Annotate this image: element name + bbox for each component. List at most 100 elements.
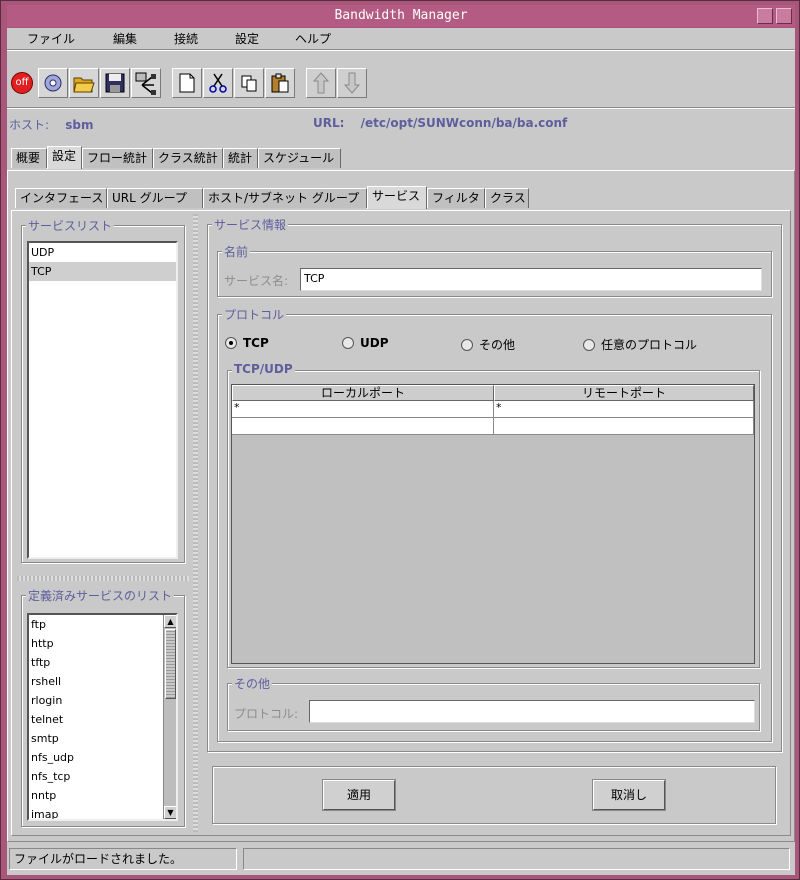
tab-host-subnet-group[interactable]: ホスト/サブネット グループ: [203, 188, 367, 208]
list-item[interactable]: imap: [29, 805, 176, 819]
open-button[interactable]: [69, 68, 99, 98]
vertical-splitter[interactable]: [193, 214, 198, 832]
tab-flow-stats[interactable]: フロー統計: [82, 148, 153, 168]
list-item[interactable]: UDP: [29, 243, 176, 262]
arrow-down-icon: [343, 72, 361, 94]
client-area: ファイル 編集 接続 設定 ヘルプ off ホスト: sbm URL: /etc…: [7, 28, 795, 875]
radio-label: UDP: [360, 336, 389, 350]
list-item[interactable]: http: [29, 634, 176, 653]
status-message: ファイルがロードされました。: [9, 848, 237, 870]
copy-button[interactable]: [234, 68, 264, 98]
tab-class[interactable]: クラス: [485, 188, 529, 208]
new-file-icon: [179, 73, 195, 93]
tab-stats[interactable]: 統計: [223, 148, 258, 168]
url-value: /etc/opt/SUNWconn/ba/ba.conf: [360, 116, 568, 130]
service-name-label: サービス名:: [224, 274, 289, 288]
app-window: Bandwidth Manager ファイル 編集 接続 設定 ヘルプ off: [0, 0, 800, 880]
tab-overview[interactable]: 概要: [11, 148, 47, 168]
window-title: Bandwidth Manager: [334, 8, 468, 23]
remote-port-header[interactable]: リモートポート: [494, 385, 754, 401]
list-item[interactable]: nntp: [29, 786, 176, 805]
radio-any-protocol[interactable]: 任意のプロトコル: [583, 336, 697, 353]
menu-settings[interactable]: 設定: [235, 30, 259, 47]
list-item[interactable]: nfs_tcp: [29, 767, 176, 786]
service-list[interactable]: UDP TCP: [27, 241, 178, 559]
power-off-icon[interactable]: off: [11, 72, 33, 94]
radio-dot: [461, 338, 473, 351]
service-info-title: サービス情報: [212, 216, 289, 233]
service-name-input[interactable]: TCP: [300, 268, 762, 291]
predefined-title: 定義済みサービスのリスト: [26, 587, 175, 604]
list-item[interactable]: rshell: [29, 672, 176, 691]
protocol-input[interactable]: [309, 700, 755, 723]
list-item[interactable]: TCP: [29, 262, 176, 281]
scroll-down-icon[interactable]: ▼: [164, 806, 176, 819]
minimize-button[interactable]: [757, 8, 773, 24]
menu-edit[interactable]: 編集: [113, 30, 137, 47]
local-port-header[interactable]: ローカルポート: [232, 385, 494, 401]
move-up-button[interactable]: [306, 68, 336, 98]
tab-class-stats[interactable]: クラス統計: [153, 148, 223, 168]
scroll-up-icon[interactable]: ▲: [164, 615, 176, 628]
off-label: off: [15, 77, 29, 88]
table-cell[interactable]: *: [232, 401, 494, 418]
paste-icon: [271, 73, 289, 93]
host-value: sbm: [65, 118, 94, 132]
menu-separator: [7, 49, 795, 51]
move-down-button[interactable]: [337, 68, 367, 98]
paste-button[interactable]: [265, 68, 295, 98]
table-cell[interactable]: [494, 418, 754, 435]
maximize-button[interactable]: [776, 8, 792, 24]
tab-service[interactable]: サービス: [367, 186, 427, 209]
list-item[interactable]: ftp: [29, 615, 176, 634]
url-info: URL: /etc/opt/SUNWconn/ba/ba.conf: [313, 116, 567, 130]
predefined-scrollbar[interactable]: ▲ ▼: [163, 615, 176, 819]
cancel-button[interactable]: 取消し: [593, 780, 665, 810]
list-item[interactable]: rlogin: [29, 691, 176, 710]
title-bar[interactable]: Bandwidth Manager: [7, 5, 795, 27]
button-group: [212, 766, 776, 824]
radio-label: 任意のプロトコル: [601, 338, 698, 352]
radio-label: その他: [479, 338, 516, 352]
cut-icon: [209, 73, 227, 93]
tab-url-group[interactable]: URL グループ: [107, 188, 203, 208]
tab-schedule[interactable]: スケジュール: [258, 148, 341, 168]
apply-button[interactable]: 適用: [323, 780, 395, 810]
radio-udp[interactable]: UDP: [342, 336, 389, 350]
cut-button[interactable]: [203, 68, 233, 98]
host-info: ホスト: sbm: [9, 116, 93, 133]
list-item[interactable]: telnet: [29, 710, 176, 729]
predefined-list[interactable]: ftp http tftp rshell rlogin telnet smtp …: [27, 613, 178, 821]
tcpudp-group-title: TCP/UDP: [232, 362, 295, 376]
host-label: ホスト:: [9, 118, 50, 132]
menu-help[interactable]: ヘルプ: [295, 30, 331, 47]
save-button[interactable]: [100, 68, 130, 98]
menu-file[interactable]: ファイル: [27, 30, 75, 47]
new-file-button[interactable]: [172, 68, 202, 98]
tab-filter[interactable]: フィルタ: [427, 188, 485, 208]
port-table[interactable]: ローカルポート リモートポート * *: [231, 384, 755, 664]
save-icon: [105, 73, 125, 93]
table-cell[interactable]: *: [494, 401, 754, 418]
radio-other[interactable]: その他: [461, 336, 515, 353]
list-item[interactable]: nfs_udp: [29, 748, 176, 767]
other-group-title: その他: [232, 675, 273, 692]
radio-label: TCP: [243, 336, 269, 350]
url-label: URL:: [313, 116, 345, 130]
deploy-button[interactable]: [131, 68, 161, 98]
tab-settings[interactable]: 設定: [47, 146, 82, 169]
list-item[interactable]: tftp: [29, 653, 176, 672]
protocol-group-title: プロトコル: [222, 306, 287, 323]
table-cell[interactable]: [232, 418, 494, 435]
menu-connect[interactable]: 接続: [174, 30, 198, 47]
toolbar-separator: [7, 107, 795, 109]
menu-bar: ファイル 編集 接続 設定 ヘルプ: [7, 28, 795, 48]
service-list-title: サービスリスト: [26, 217, 115, 234]
left-splitter[interactable]: [17, 576, 189, 581]
connect-button[interactable]: [38, 68, 68, 98]
radio-dot: [583, 338, 595, 351]
tab-interface[interactable]: インタフェース: [15, 188, 107, 208]
radio-tcp[interactable]: TCP: [225, 336, 269, 350]
list-item[interactable]: smtp: [29, 729, 176, 748]
scroll-thumb[interactable]: [165, 629, 176, 699]
